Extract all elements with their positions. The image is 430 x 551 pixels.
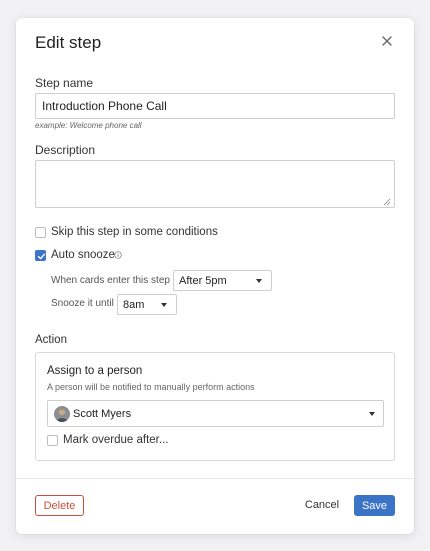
skip-conditions-checkbox[interactable] [35,227,46,238]
checkmark-icon [37,253,46,260]
step-name-label: Step name [35,76,94,90]
step-name-hint: example: Welcome phone call [35,121,142,130]
person-name: Scott Myers [73,408,132,420]
step-name-input[interactable] [35,93,395,119]
action-panel: Assign to a person A person will be noti… [35,352,395,461]
snooze-when-label: When cards enter this step [51,275,170,286]
snooze-until-select[interactable]: 8am [117,294,177,315]
cancel-button[interactable]: Cancel [302,495,342,516]
assign-subtitle: A person will be notified to manually pe… [47,382,255,392]
mark-overdue-label: Mark overdue after... [63,434,169,446]
edit-step-dialog: Edit step Step name example: Welcome pho… [16,18,414,534]
chevron-down-icon [161,303,167,307]
resize-grip-icon[interactable] [383,198,391,206]
description-label: Description [35,143,96,157]
auto-snooze-checkbox[interactable] [35,250,46,261]
description-textarea[interactable] [35,160,395,208]
auto-snooze-label: Auto snooze [51,249,115,261]
chevron-down-icon [256,279,262,283]
mark-overdue-checkbox[interactable] [47,435,58,446]
save-button[interactable]: Save [354,495,395,516]
info-icon[interactable] [114,251,122,259]
footer-divider [16,478,414,479]
snooze-when-value: After 5pm [179,275,227,287]
snooze-when-select[interactable]: After 5pm [173,270,272,291]
action-section-label: Action [35,334,67,346]
person-select[interactable]: Scott Myers [47,400,384,427]
dialog-title: Edit step [35,33,102,52]
chevron-down-icon [369,412,375,416]
snooze-until-label: Snooze it until [51,298,114,309]
delete-button[interactable]: Delete [35,495,84,516]
assign-title: Assign to a person [47,365,143,377]
skip-conditions-label: Skip this step in some conditions [51,226,218,238]
snooze-until-value: 8am [123,299,145,311]
close-icon[interactable] [380,34,394,48]
avatar [54,406,70,422]
